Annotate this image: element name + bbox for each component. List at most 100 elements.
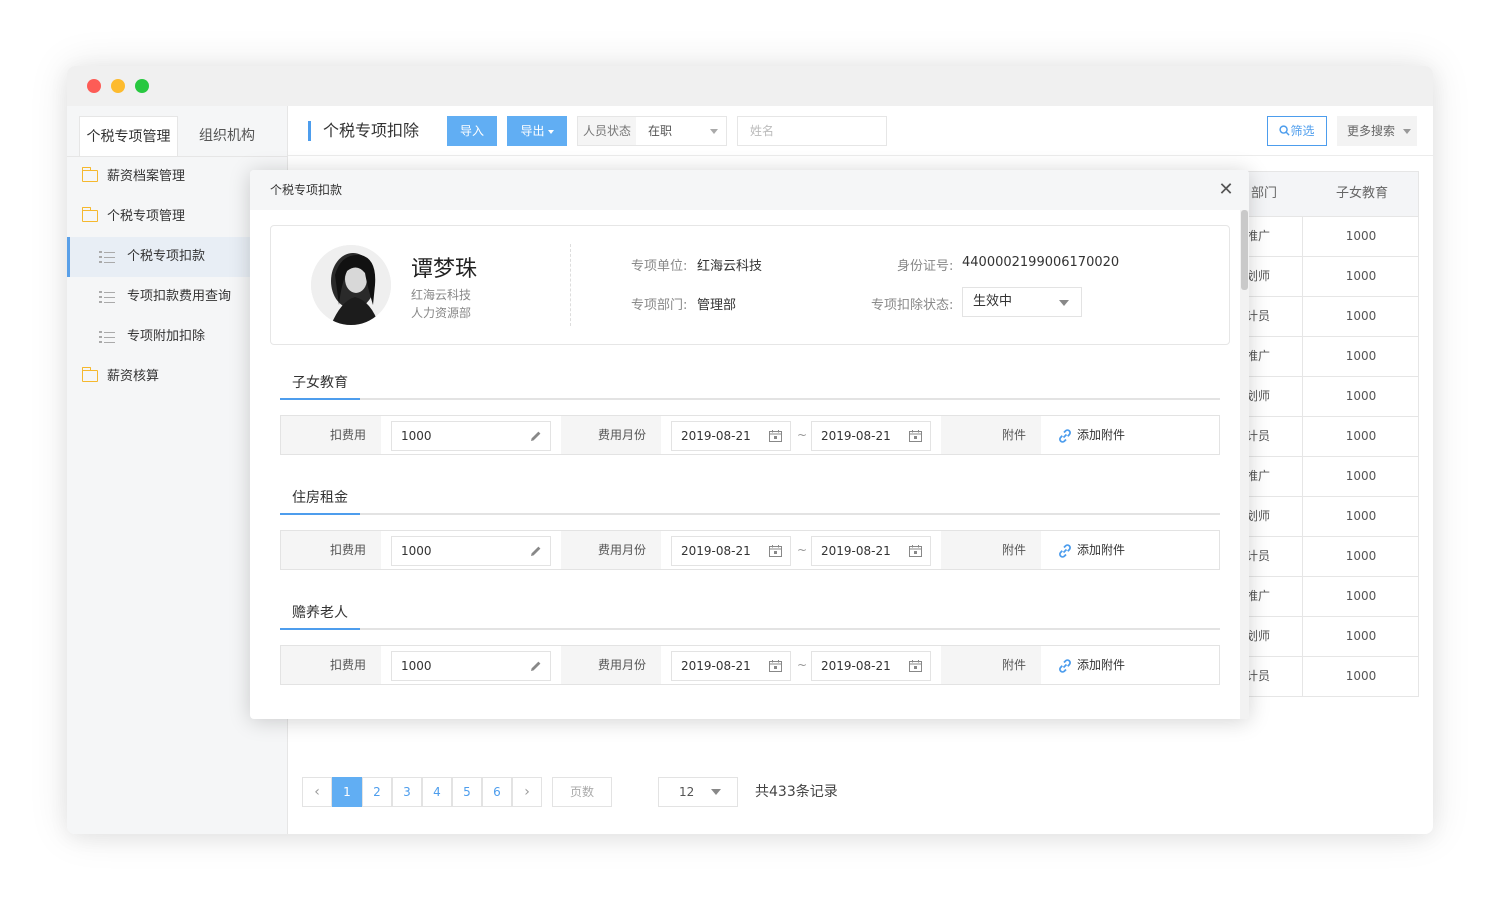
link-icon	[1059, 658, 1071, 673]
end-date-input[interactable]: 2019-08-21	[811, 651, 931, 681]
deduction-form-row: 扣费用 1000 费用月份 2019-08-21 ~2019-08-21 附件 添加附件	[280, 645, 1220, 685]
modal-title: 个税专项扣款	[270, 183, 343, 197]
deduction-form-row: 扣费用 1000 费用月份 2019-08-21 ~2019-08-21 附件 添加附件	[280, 415, 1220, 455]
add-attachment-button[interactable]: 添加附件	[1057, 646, 1125, 684]
table-row[interactable]: 推广 1000	[1242, 217, 1419, 257]
table-row[interactable]: 推广 1000	[1242, 337, 1419, 377]
avatar	[311, 245, 391, 325]
fee-input[interactable]: 1000	[391, 536, 551, 566]
page-button[interactable]: 1	[332, 777, 362, 807]
table-cell-child-education: 1000	[1345, 629, 1377, 643]
import-button[interactable]: 导入	[447, 116, 497, 146]
filter-label: 筛选	[1290, 124, 1315, 138]
minimize-window-button[interactable]	[111, 79, 125, 93]
page-button[interactable]: 6	[482, 777, 512, 807]
table-cell-department: 推广	[1243, 457, 1303, 496]
table-cell-department: 划师	[1243, 617, 1303, 656]
table-row[interactable]: 划师 1000	[1242, 377, 1419, 417]
more-search-button[interactable]: 更多搜索	[1337, 116, 1417, 146]
page-jump-input[interactable]: 页数	[552, 777, 612, 807]
export-button[interactable]: 导出	[507, 116, 567, 146]
page-button[interactable]: 4	[422, 777, 452, 807]
table-row[interactable]: 计员 1000	[1242, 537, 1419, 577]
start-date-input[interactable]: 2019-08-21	[671, 651, 791, 681]
page-size-select[interactable]: 12	[658, 777, 738, 807]
table-row[interactable]: 计员 1000	[1242, 297, 1419, 337]
status-select-label: 人员状态	[578, 117, 636, 145]
calendar-icon	[769, 430, 782, 442]
sidebar-item-label: 薪资档案管理	[107, 169, 186, 184]
add-attachment-label: 添加附件	[1077, 428, 1126, 442]
month-label: 费用月份	[561, 416, 661, 454]
deduction-status-select[interactable]: 生效中	[962, 287, 1082, 317]
table-cell-child-education: 1000	[1345, 669, 1377, 683]
table-header-department: 部门	[1251, 186, 1278, 201]
add-attachment-button[interactable]: 添加附件	[1057, 531, 1125, 569]
table-cell-child-education: 1000	[1345, 349, 1377, 363]
close-icon[interactable]: ✕	[1216, 180, 1236, 200]
next-page-button[interactable]: ›	[512, 777, 542, 807]
maximize-window-button[interactable]	[135, 79, 149, 93]
table-cell-department: 划师	[1243, 257, 1303, 296]
fee-label: 扣费用	[281, 416, 381, 454]
id-label: 身份证号:	[897, 259, 954, 274]
modal-scrollbar[interactable]	[1240, 210, 1249, 719]
table-row[interactable]: 划师 1000	[1242, 257, 1419, 297]
fee-label: 扣费用	[281, 531, 381, 569]
scrollbar-thumb[interactable]	[1241, 210, 1248, 290]
date-range-separator: ~	[797, 658, 808, 672]
end-date-input[interactable]: 2019-08-21	[811, 536, 931, 566]
export-label: 导出	[520, 124, 545, 138]
filter-button[interactable]: 筛选	[1267, 116, 1327, 146]
table-cell-department: 计员	[1243, 537, 1303, 576]
caret-down-icon	[711, 789, 721, 795]
unit-value: 红海云科技	[697, 259, 763, 274]
table-row[interactable]: 计员 1000	[1242, 417, 1419, 457]
table-row[interactable]: 推广 1000	[1242, 457, 1419, 497]
edit-icon	[531, 661, 541, 671]
tax-deduction-modal: 个税专项扣款 ✕ 谭梦珠 红海云科技 人力资源部 专项单位: 红海云科技 专项部…	[250, 170, 1249, 719]
fee-input[interactable]: 1000	[391, 421, 551, 451]
employee-department: 人力资源部	[411, 306, 472, 320]
deduction-section: 住房租金 扣费用 1000 费用月份 2019-08-21 ~2019-08-21 附件 添加…	[280, 485, 1220, 575]
folder-icon	[81, 167, 98, 182]
profile-card: 谭梦珠 红海云科技 人力资源部 专项单位: 红海云科技 专项部门: 管理部 身份…	[270, 225, 1230, 345]
end-date-input[interactable]: 2019-08-21	[811, 421, 931, 451]
start-date-input[interactable]: 2019-08-21	[671, 421, 791, 451]
sidebar-item-label: 个税专项扣款	[127, 249, 206, 264]
employee-name: 谭梦珠	[411, 257, 478, 282]
add-attachment-button[interactable]: 添加附件	[1057, 416, 1125, 454]
search-icon	[1279, 125, 1291, 136]
section-title: 赡养老人	[280, 600, 360, 630]
tab-organization[interactable]: 组织机构	[187, 116, 267, 156]
calendar-icon	[909, 545, 922, 557]
prev-page-button[interactable]: ‹	[302, 777, 332, 807]
id-value: 4400002199006170020	[962, 255, 1120, 270]
start-date-input[interactable]: 2019-08-21	[671, 536, 791, 566]
start-date-value: 2019-08-21	[681, 544, 751, 558]
table-cell-department: 计员	[1243, 417, 1303, 456]
date-range-separator: ~	[797, 428, 808, 442]
table-cell-child-education: 1000	[1345, 549, 1377, 563]
fee-input[interactable]: 1000	[391, 651, 551, 681]
close-window-button[interactable]	[87, 79, 101, 93]
month-label: 费用月份	[561, 531, 661, 569]
table-row[interactable]: 划师 1000	[1242, 497, 1419, 537]
employee-company: 红海云科技	[411, 288, 472, 302]
table-row[interactable]: 计员 1000	[1242, 657, 1419, 697]
month-label: 费用月份	[561, 646, 661, 684]
tab-tax-special[interactable]: 个税专项管理	[79, 116, 178, 156]
page-button[interactable]: 5	[452, 777, 482, 807]
sidebar-item-label: 专项扣款费用查询	[127, 289, 232, 304]
calendar-icon	[909, 660, 922, 672]
edit-icon	[531, 431, 541, 441]
table-cell-department: 划师	[1243, 497, 1303, 536]
name-search-input[interactable]	[737, 116, 887, 146]
table-row[interactable]: 推广 1000	[1242, 577, 1419, 617]
table-row[interactable]: 划师 1000	[1242, 617, 1419, 657]
end-date-value: 2019-08-21	[821, 659, 891, 673]
page-button[interactable]: 2	[362, 777, 392, 807]
status-select[interactable]: 人员状态 在职	[577, 116, 727, 146]
page-button[interactable]: 3	[392, 777, 422, 807]
page-title: 个税专项扣除	[308, 121, 419, 141]
